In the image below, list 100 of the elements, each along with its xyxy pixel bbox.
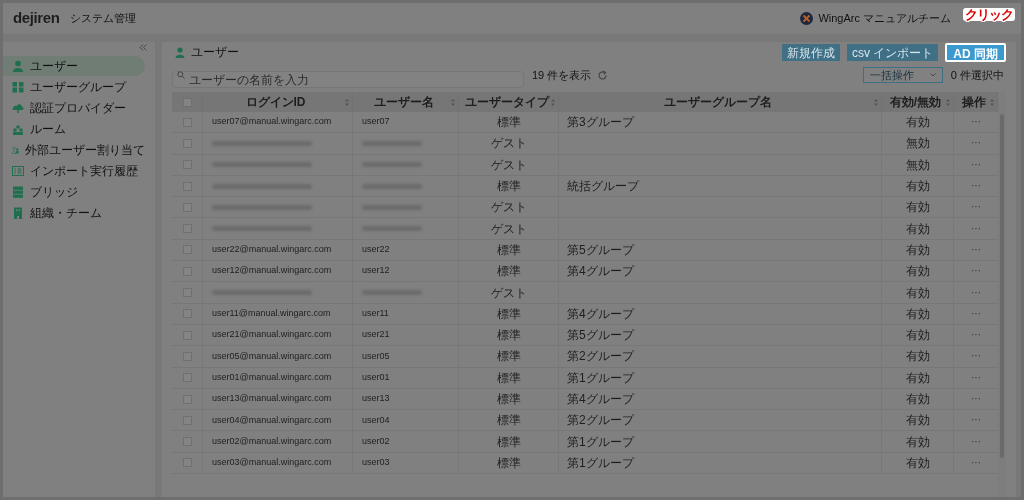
login-id: user04@manual.wingarc.com <box>212 413 332 427</box>
menu-item-icon <box>12 102 24 114</box>
logo[interactable]: dejiren <box>13 7 60 30</box>
user-name: user12 <box>362 264 390 278</box>
column-header: ユーザータイプ <box>463 94 551 111</box>
search-field[interactable]: ユーザーの名前を入力 <box>172 71 524 88</box>
user-name: user11 <box>362 307 389 321</box>
group-name: 第1グループ <box>567 369 634 387</box>
account-name[interactable]: WingArc マニュアルチーム <box>818 10 951 27</box>
more-actions[interactable]: ··· <box>971 351 981 362</box>
login-id: user07@manual.wingarc.com <box>212 115 332 129</box>
status-text: 有効 <box>905 220 930 238</box>
menu-item-icon <box>12 165 24 177</box>
more-actions[interactable]: ··· <box>971 372 981 383</box>
login-id: user22@manual.wingarc.com <box>212 243 332 257</box>
user-type: 標準 <box>496 433 521 451</box>
action-button[interactable]: AD 同期 <box>945 42 1006 62</box>
user-type: 標準 <box>496 348 521 366</box>
login-id: user21@manual.wingarc.com <box>212 328 332 342</box>
status-text: 有効 <box>905 241 930 259</box>
menu-item-icon <box>12 81 24 93</box>
status-text: 無効 <box>905 156 930 174</box>
status-text: 有効 <box>905 391 930 408</box>
more-actions[interactable]: ··· <box>971 308 981 319</box>
user-type: 標準 <box>496 412 521 430</box>
more-actions[interactable]: ··· <box>971 159 981 170</box>
column-header: 有効/無効 <box>888 94 943 111</box>
user-type: 標準 <box>496 369 521 387</box>
user-type: ゲスト <box>490 156 527 174</box>
more-actions[interactable]: ··· <box>971 457 981 468</box>
app-title: システム管理 <box>69 11 136 27</box>
sidebar-item[interactable]: ブリッジ <box>3 182 145 202</box>
more-actions[interactable]: ··· <box>971 330 981 341</box>
menu-item-icon <box>12 123 24 135</box>
sidebar-item[interactable]: 認証プロバイダー <box>3 98 145 118</box>
user-name: user07 <box>362 115 390 129</box>
more-actions[interactable]: ··· <box>971 181 981 192</box>
menu-item-icon <box>12 207 24 219</box>
more-actions[interactable]: ··· <box>971 244 981 255</box>
status-text: 有効 <box>905 327 930 345</box>
more-actions[interactable]: ··· <box>971 266 981 277</box>
more-actions[interactable]: ··· <box>971 117 981 128</box>
more-actions[interactable]: ··· <box>971 138 981 149</box>
user-type: 標準 <box>496 327 521 345</box>
more-actions[interactable]: ··· <box>971 436 981 447</box>
action-button[interactable]: 新規作成 <box>782 43 840 61</box>
status-text: 無効 <box>905 135 930 153</box>
sidebar-item[interactable]: ユーザー <box>3 56 145 76</box>
status-text: 有効 <box>905 284 930 302</box>
group-name: 第5グループ <box>567 241 634 259</box>
refresh-icon[interactable] <box>597 69 609 81</box>
group-name: 第4グループ <box>567 305 634 323</box>
sidebar-item[interactable]: 外部ユーザー割り当て <box>3 140 145 160</box>
click-annotation: クリック <box>963 8 1015 21</box>
status-text: 有効 <box>905 199 930 217</box>
login-id: user01@manual.wingarc.com <box>212 370 332 384</box>
status-text: 有効 <box>905 178 930 196</box>
user-type: 標準 <box>496 305 521 323</box>
menu-item-icon <box>12 144 19 156</box>
group-name: 第2グループ <box>567 348 634 366</box>
group-name: 第2グループ <box>567 412 634 430</box>
status-text: 有効 <box>905 412 930 430</box>
user-type: ゲスト <box>490 284 527 302</box>
group-name: 第1グループ <box>567 454 634 472</box>
status-text: 有効 <box>905 454 930 472</box>
sidebar-item[interactable]: ルーム <box>3 119 145 139</box>
group-name: 第1グループ <box>567 433 634 451</box>
user-name: user01 <box>362 370 390 384</box>
menu-item-icon <box>12 60 24 72</box>
user-name: user13 <box>362 392 390 406</box>
menu-item-icon <box>12 186 24 198</box>
user-name: user21 <box>362 328 390 342</box>
more-actions[interactable]: ··· <box>971 394 981 404</box>
sidebar-item[interactable]: インポート実行履歴 <box>3 161 145 181</box>
status-text: 有効 <box>905 433 930 451</box>
user-type: ゲスト <box>490 220 527 238</box>
user-type: 標準 <box>496 391 521 408</box>
more-actions[interactable]: ··· <box>971 287 981 298</box>
column-header: 操作 <box>960 94 987 111</box>
column-header: ユーザー名 <box>372 94 435 111</box>
user-name: user02 <box>362 434 390 448</box>
sidebar-item[interactable]: ユーザーグループ <box>3 77 145 97</box>
column-header: ログインID <box>244 94 307 111</box>
user-type: 標準 <box>496 454 521 472</box>
group-name: 第5グループ <box>567 327 634 345</box>
bulk-action-dropdown[interactable]: 一括操作 <box>862 67 943 83</box>
page-title: ユーザー <box>191 44 239 61</box>
more-actions[interactable]: ··· <box>971 223 981 234</box>
status-text: 有効 <box>905 263 930 281</box>
action-button[interactable]: csv インポート <box>847 43 939 61</box>
column-header: ユーザーグループ名 <box>663 94 773 111</box>
sidebar-item[interactable]: 組織・チーム <box>3 203 145 223</box>
user-icon <box>175 46 185 58</box>
more-actions[interactable]: ··· <box>971 415 981 426</box>
collapse-icon[interactable] <box>139 44 147 51</box>
search-icon <box>177 70 185 79</box>
login-id: user12@manual.wingarc.com <box>212 264 332 278</box>
user-type: ゲスト <box>490 135 527 153</box>
more-actions[interactable]: ··· <box>971 202 981 213</box>
group-name: 統括グループ <box>567 178 639 196</box>
